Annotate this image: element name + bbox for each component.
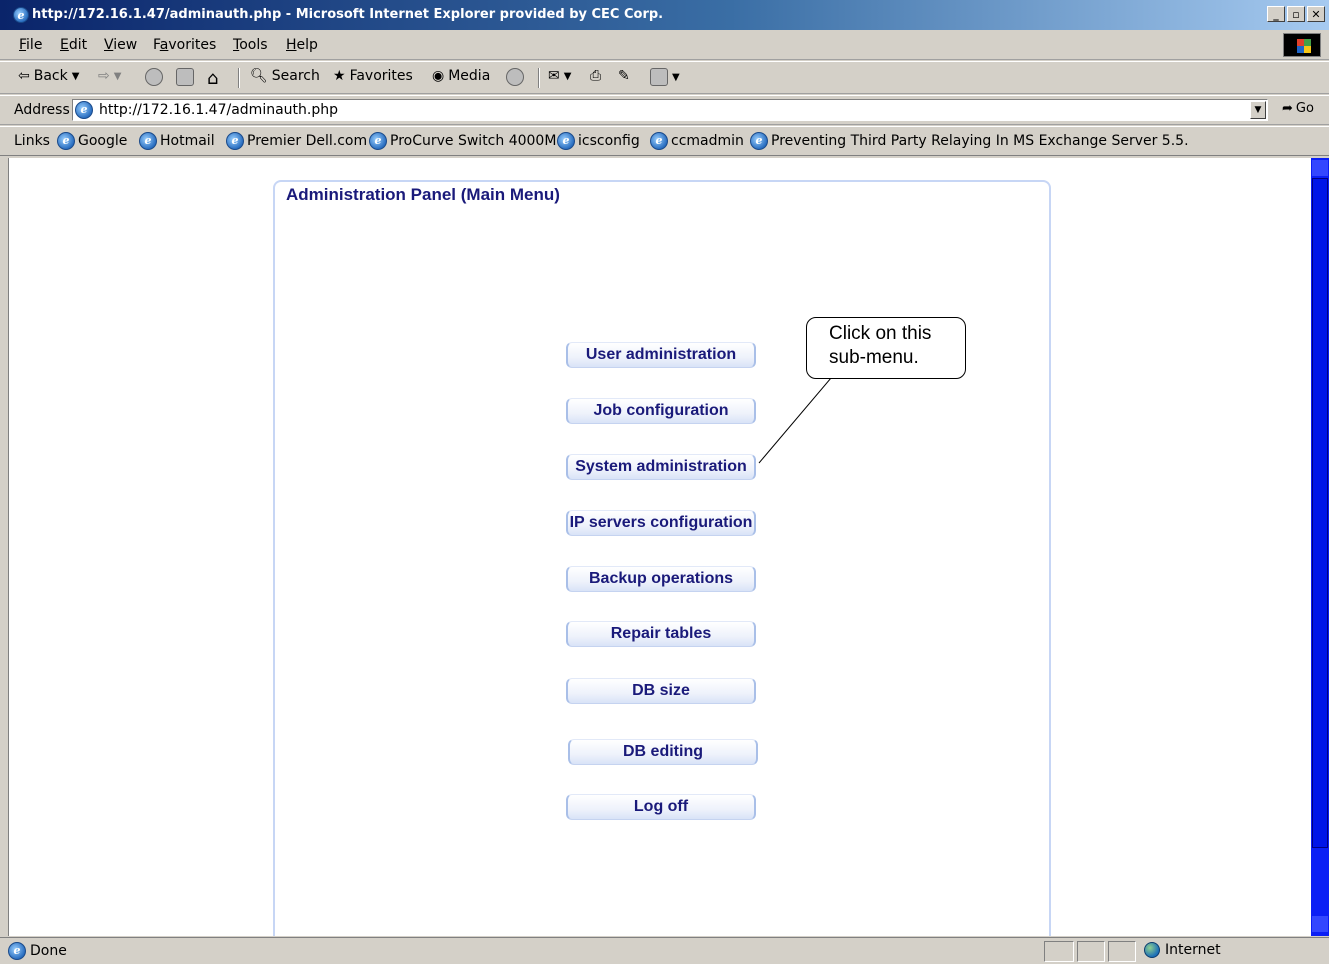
stop-button[interactable] — [145, 68, 163, 86]
dropdown-caret-icon: ▼ — [71, 70, 80, 82]
scrollbar-thumb[interactable] — [1312, 178, 1328, 848]
menu-favorites[interactable]: Favorites — [153, 37, 216, 53]
db-editing-button[interactable]: DB editing — [568, 739, 758, 765]
page-status-icon: e — [8, 942, 26, 960]
minimize-button[interactable]: _ — [1267, 6, 1285, 22]
status-panel — [1108, 941, 1136, 962]
page-content: Administration Panel (Main Menu) User ad… — [8, 158, 1311, 936]
menu-file[interactable]: File — [19, 37, 42, 53]
maximize-button[interactable]: ▫ — [1287, 6, 1305, 22]
ie-link-icon: e — [750, 132, 768, 150]
link-premier-dell[interactable]: e Premier Dell.com — [226, 132, 367, 150]
search-button[interactable]: 🔍︎ Search — [250, 68, 320, 84]
search-icon: 🔍︎ — [250, 68, 268, 84]
discuss-button[interactable]: ▼ — [650, 68, 680, 86]
media-button[interactable]: ◉ Media — [432, 68, 490, 84]
toolbar-separator — [238, 68, 240, 88]
back-button[interactable]: ⇦ Back ▼ — [18, 68, 79, 84]
favorites-button[interactable]: ★ Favorites — [333, 68, 413, 84]
internet-explorer-icon: e — [13, 7, 29, 23]
link-google[interactable]: e Google — [57, 132, 127, 150]
page-icon: e — [75, 101, 93, 119]
caption-buttons: _ ▫ ✕ — [1267, 6, 1325, 22]
browser-window: e http://172.16.1.47/adminauth.php - Mic… — [0, 0, 1329, 964]
menu-tools[interactable]: Tools — [233, 37, 268, 53]
go-button[interactable]: ➦ Go — [1282, 101, 1314, 116]
scroll-up-arrow-icon[interactable] — [1312, 160, 1328, 176]
address-url: http://172.16.1.47/adminauth.php — [99, 102, 338, 118]
back-arrow-icon: ⇦ — [18, 68, 30, 84]
backup-operations-button[interactable]: Backup operations — [566, 566, 756, 592]
menu-edit[interactable]: Edit — [60, 37, 87, 53]
edit-page-icon: ✎ — [618, 68, 630, 84]
job-configuration-button[interactable]: Job configuration — [566, 398, 756, 424]
security-zone: Internet — [1144, 942, 1221, 958]
links-label: Links — [14, 133, 50, 149]
link-ccmadmin[interactable]: e ccmadmin — [650, 132, 744, 150]
ie-link-icon: e — [650, 132, 668, 150]
link-icsconfig[interactable]: e icsconfig — [557, 132, 640, 150]
history-icon — [506, 68, 524, 86]
log-off-button[interactable]: Log off — [566, 794, 756, 820]
home-button[interactable]: ⌂ — [207, 68, 218, 89]
db-size-button[interactable]: DB size — [566, 678, 756, 704]
repair-tables-button[interactable]: Repair tables — [566, 621, 756, 647]
media-icon: ◉ — [432, 68, 445, 84]
status-done: e Done — [8, 942, 67, 960]
go-arrow-icon: ➦ — [1282, 101, 1293, 116]
favorites-star-icon: ★ — [333, 68, 346, 84]
forward-arrow-icon: ⇨ — [98, 68, 110, 84]
ip-servers-configuration-button[interactable]: IP servers configuration — [566, 510, 756, 536]
status-bar: e Done Internet — [0, 937, 1329, 964]
close-button[interactable]: ✕ — [1307, 6, 1325, 22]
vertical-scrollbar[interactable] — [1311, 158, 1329, 936]
menu-view[interactable]: View — [104, 37, 137, 53]
home-icon: ⌂ — [207, 68, 219, 89]
menu-bar: File Edit View Favorites Tools Help — [0, 30, 1329, 60]
history-button[interactable] — [506, 68, 524, 86]
callout-text: Click on this sub-menu. — [829, 323, 932, 368]
status-panel — [1044, 941, 1074, 962]
user-administration-button[interactable]: User administration — [566, 342, 756, 368]
system-administration-button[interactable]: System administration — [566, 454, 756, 480]
address-bar: Address e http://172.16.1.47/adminauth.p… — [0, 95, 1329, 125]
scroll-down-arrow-icon[interactable] — [1312, 916, 1328, 932]
link-procurve[interactable]: e ProCurve Switch 4000M — [369, 132, 556, 150]
print-button[interactable]: ⎙ — [590, 68, 601, 84]
standard-toolbar: ⇦ Back ▼ ⇨ ▼ ⌂ 🔍︎ Search ★ Favorites ◉ M… — [0, 61, 1329, 94]
refresh-icon — [176, 68, 194, 86]
callout-bubble: Click on this sub-menu. — [806, 317, 966, 379]
address-dropdown-button[interactable]: ▼ — [1250, 101, 1266, 119]
address-input[interactable]: e http://172.16.1.47/adminauth.php ▼ — [72, 99, 1268, 121]
edit-button[interactable]: ✎ — [618, 68, 630, 84]
mail-icon: ✉ — [548, 68, 560, 84]
ie-link-icon: e — [139, 132, 157, 150]
link-preventing-relaying[interactable]: e Preventing Third Party Relaying In MS E… — [750, 132, 1189, 150]
window-title: http://172.16.1.47/adminauth.php - Micro… — [32, 7, 664, 22]
mail-button[interactable]: ✉ ▼ — [548, 68, 571, 84]
stop-icon — [145, 68, 163, 86]
refresh-button[interactable] — [176, 68, 194, 86]
ie-link-icon: e — [369, 132, 387, 150]
menu-help[interactable]: Help — [286, 37, 318, 53]
toolbar-separator — [538, 68, 540, 88]
ie-link-icon: e — [557, 132, 575, 150]
forward-button[interactable]: ⇨ ▼ — [98, 68, 121, 84]
admin-panel: Administration Panel (Main Menu) — [273, 180, 1051, 936]
link-hotmail[interactable]: e Hotmail — [139, 132, 215, 150]
windows-logo-icon — [1283, 33, 1321, 57]
panel-title: Administration Panel (Main Menu) — [286, 185, 560, 204]
status-panel — [1077, 941, 1105, 962]
title-bar: e http://172.16.1.47/adminauth.php - Mic… — [0, 0, 1329, 30]
dropdown-caret-icon: ▼ — [113, 70, 122, 82]
links-bar: Links e Google e Hotmail e Premier Dell.com… — [0, 126, 1329, 156]
address-label: Address — [14, 102, 70, 118]
internet-globe-icon — [1144, 942, 1160, 958]
ie-link-icon: e — [57, 132, 75, 150]
print-icon: ⎙ — [590, 68, 602, 84]
discuss-icon — [650, 68, 668, 86]
ie-link-icon: e — [226, 132, 244, 150]
